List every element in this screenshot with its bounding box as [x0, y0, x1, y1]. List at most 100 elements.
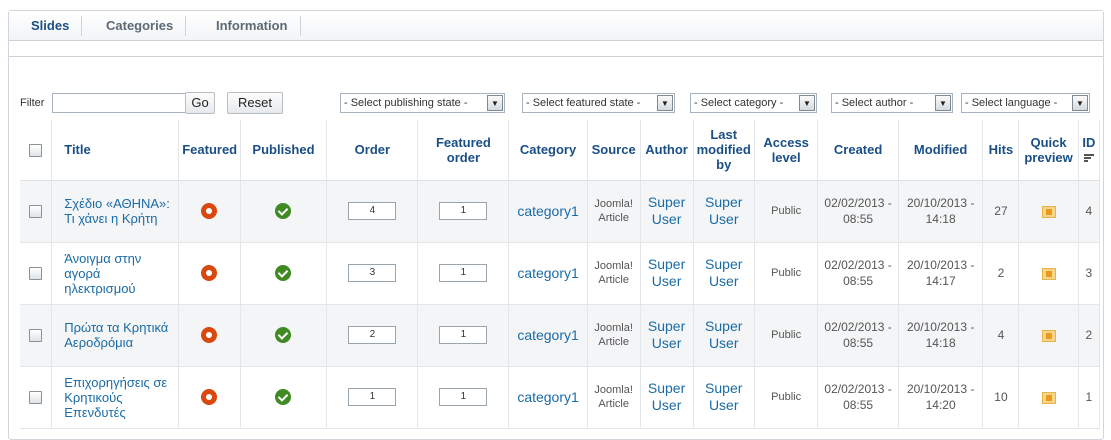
filter-bar: Filter Go Reset - Select publishing stat… — [20, 91, 1100, 115]
slides-table: Title Featured Published Order Featured … — [20, 120, 1101, 429]
category-link[interactable]: category1 — [508, 304, 588, 367]
access-level-text: Public — [754, 180, 819, 243]
category-select[interactable]: - Select category - ▼ — [690, 93, 817, 113]
row-id: 3 — [1078, 242, 1101, 305]
col-hits[interactable]: Hits — [982, 120, 1020, 181]
reset-button[interactable]: Reset — [227, 92, 283, 114]
row-id: 4 — [1078, 180, 1101, 243]
row-checkbox[interactable] — [29, 267, 43, 281]
modified-date: 20/10/2013 - 14:17 — [898, 242, 984, 305]
row-title-link[interactable]: Επιχορηγήσεις σε Κρητικούς Επενδυτές — [51, 366, 180, 429]
order-input[interactable]: 3 — [348, 264, 397, 282]
order-input[interactable]: 4 — [348, 202, 397, 220]
order-input[interactable]: 2 — [348, 326, 397, 344]
publishing-state-select[interactable]: - Select publishing state - ▼ — [340, 93, 505, 113]
created-date: 02/02/2013 - 08:55 — [817, 304, 899, 367]
col-featured-order[interactable]: Featured order — [417, 120, 510, 181]
source-text: Joomla! Article — [587, 242, 641, 305]
col-featured[interactable]: Featured — [178, 120, 241, 181]
featured-icon[interactable] — [201, 389, 218, 405]
col-author[interactable]: Author — [640, 120, 694, 181]
published-check-icon[interactable] — [275, 327, 292, 343]
featured-icon[interactable] — [201, 265, 218, 281]
col-source[interactable]: Source — [587, 120, 641, 181]
published-check-icon[interactable] — [275, 203, 292, 219]
preview-icon[interactable] — [1041, 267, 1056, 280]
tab-bar: Slides Categories Information — [9, 11, 1103, 41]
preview-icon[interactable] — [1041, 329, 1056, 342]
row-id: 1 — [1078, 366, 1101, 429]
chevron-down-icon: ▼ — [1072, 95, 1088, 111]
access-level-text: Public — [754, 242, 819, 305]
author-link[interactable]: Super User — [640, 242, 694, 305]
preview-icon[interactable] — [1041, 391, 1056, 404]
created-date: 02/02/2013 - 08:55 — [817, 366, 899, 429]
hits-count: 10 — [982, 366, 1020, 429]
col-published[interactable]: Published — [240, 120, 328, 181]
filter-input[interactable] — [52, 93, 197, 113]
go-button[interactable]: Go — [185, 92, 215, 114]
featured-icon[interactable] — [201, 203, 218, 219]
language-select-label: - Select language - — [965, 97, 1058, 109]
category-link[interactable]: category1 — [508, 366, 588, 429]
hits-count: 27 — [982, 180, 1020, 243]
featured-order-input[interactable]: 1 — [439, 326, 488, 344]
col-order[interactable]: Order — [326, 120, 419, 181]
author-link[interactable]: Super User — [640, 366, 694, 429]
row-checkbox[interactable] — [29, 329, 43, 343]
preview-icon[interactable] — [1041, 205, 1056, 218]
published-check-icon[interactable] — [275, 389, 292, 405]
modified-date: 20/10/2013 - 14:18 — [898, 304, 984, 367]
row-checkbox[interactable] — [29, 205, 43, 219]
author-link[interactable]: Super User — [640, 180, 694, 243]
col-title[interactable]: Title — [51, 120, 180, 181]
col-id-label: ID — [1082, 134, 1096, 150]
author-select[interactable]: - Select author - ▼ — [831, 93, 953, 113]
modified-by-link[interactable]: Super User — [693, 180, 755, 243]
table-row: Άνοιγμα στην αγορά ηλεκτρισμού 3 1 categ… — [20, 242, 1101, 305]
row-title-link[interactable]: Πρώτα τα Κρητικά Αεροδρόμια — [51, 304, 180, 367]
col-access-level[interactable]: Access level — [754, 120, 819, 181]
language-select[interactable]: - Select language - ▼ — [961, 93, 1090, 113]
chevron-down-icon: ▼ — [935, 95, 951, 111]
featured-order-input[interactable]: 1 — [439, 264, 488, 282]
hits-count: 4 — [982, 304, 1020, 367]
category-link[interactable]: category1 — [508, 242, 588, 305]
table-row: Επιχορηγήσεις σε Κρητικούς Επενδυτές 1 1… — [20, 366, 1101, 429]
col-modified[interactable]: Modified — [898, 120, 984, 181]
col-id[interactable]: ID — [1078, 120, 1101, 181]
row-title-link[interactable]: Άνοιγμα στην αγορά ηλεκτρισμού — [51, 242, 180, 305]
created-date: 02/02/2013 - 08:55 — [817, 242, 899, 305]
table-header-row: Title Featured Published Order Featured … — [20, 120, 1101, 181]
col-category[interactable]: Category — [508, 120, 588, 181]
author-link[interactable]: Super User — [640, 304, 694, 367]
modified-date: 20/10/2013 - 14:20 — [898, 366, 984, 429]
row-checkbox[interactable] — [29, 391, 43, 405]
featured-state-select[interactable]: - Select featured state - ▼ — [522, 93, 675, 113]
tab-categories[interactable]: Categories — [94, 16, 187, 36]
row-title-link[interactable]: Σχέδιο «ΑΘΗΝΑ»: Τι χάνει η Κρήτη — [51, 180, 180, 243]
featured-order-input[interactable]: 1 — [439, 202, 488, 220]
source-text: Joomla! Article — [587, 366, 641, 429]
sort-icon — [1083, 153, 1094, 162]
col-last-modified-by[interactable]: Last modified by — [693, 120, 755, 181]
divider — [9, 56, 1103, 70]
chevron-down-icon: ▼ — [657, 95, 673, 111]
modified-by-link[interactable]: Super User — [693, 242, 755, 305]
featured-state-select-label: - Select featured state - — [526, 97, 641, 109]
modified-by-link[interactable]: Super User — [693, 366, 755, 429]
category-select-label: - Select category - — [694, 97, 784, 109]
published-check-icon[interactable] — [275, 265, 292, 281]
tab-information[interactable]: Information — [204, 16, 301, 36]
modified-by-link[interactable]: Super User — [693, 304, 755, 367]
modified-date: 20/10/2013 - 14:18 — [898, 180, 984, 243]
featured-icon[interactable] — [201, 327, 218, 343]
category-link[interactable]: category1 — [508, 180, 588, 243]
select-all-checkbox[interactable] — [29, 144, 43, 158]
order-input[interactable]: 1 — [348, 388, 397, 406]
featured-order-input[interactable]: 1 — [439, 388, 488, 406]
tab-slides[interactable]: Slides — [19, 16, 83, 36]
source-text: Joomla! Article — [587, 180, 641, 243]
col-created[interactable]: Created — [817, 120, 899, 181]
filter-label: Filter — [20, 97, 45, 109]
